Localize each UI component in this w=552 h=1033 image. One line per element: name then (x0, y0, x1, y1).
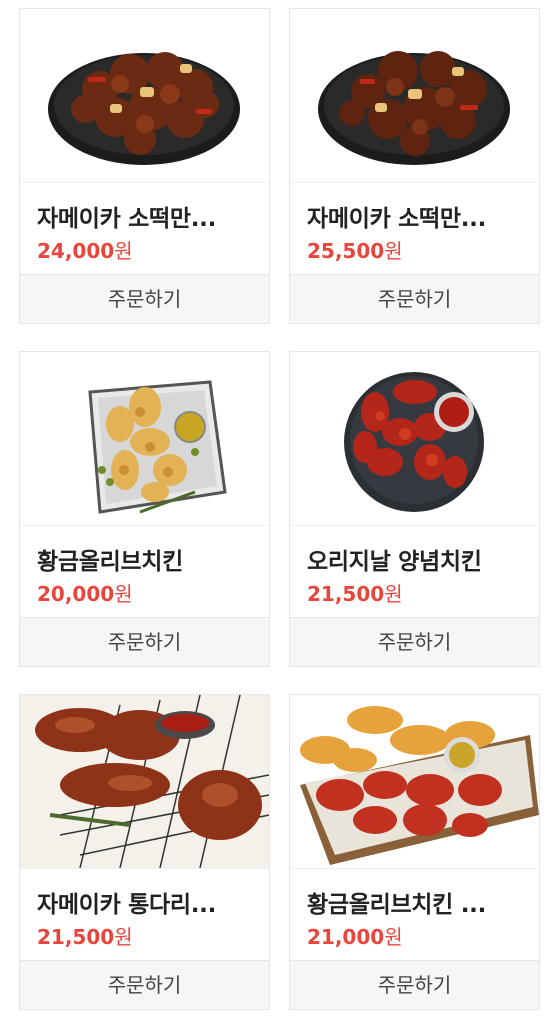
product-image[interactable] (290, 695, 539, 868)
product-image[interactable] (20, 352, 269, 525)
product-card[interactable]: 자메이카 소떡만... 24,000원 주문하기 (19, 8, 270, 324)
product-name: 자메이카 통다리... (37, 892, 217, 918)
product-price: 21,500원 (307, 582, 403, 606)
product-name: 오리지날 양념치킨 (307, 549, 482, 575)
order-button[interactable]: 주문하기 (20, 617, 269, 666)
order-button[interactable]: 주문하기 (290, 274, 539, 323)
product-card[interactable]: 오리지날 양념치킨 21,500원 주문하기 (289, 351, 540, 667)
product-name: 황금올리브치킨 (37, 549, 184, 575)
product-card[interactable]: 자메이카 통다리... 21,500원 주문하기 (19, 694, 270, 1010)
product-grid: 자메이카 소떡만... 24,000원 주문하기 자메이카 소떡만... 25,… (0, 0, 552, 1033)
product-price: 25,500원 (307, 239, 403, 263)
product-image[interactable] (20, 695, 269, 868)
order-button[interactable]: 주문하기 (290, 617, 539, 666)
product-image[interactable] (290, 352, 539, 525)
product-name: 자메이카 소떡만... (307, 206, 487, 232)
product-price: 21,500원 (37, 925, 133, 949)
product-image[interactable] (290, 9, 539, 182)
product-card[interactable]: 황금올리브치킨 20,000원 주문하기 (19, 351, 270, 667)
product-card[interactable]: 자메이카 소떡만... 25,500원 주문하기 (289, 8, 540, 324)
product-price: 21,000원 (307, 925, 403, 949)
product-image[interactable] (20, 9, 269, 182)
product-name: 자메이카 소떡만... (37, 206, 217, 232)
product-name: 황금올리브치킨 ... (307, 892, 487, 918)
product-price: 24,000원 (37, 239, 133, 263)
product-price: 20,000원 (37, 582, 133, 606)
product-card[interactable]: 황금올리브치킨 ... 21,000원 주문하기 (289, 694, 540, 1010)
order-button[interactable]: 주문하기 (290, 960, 539, 1009)
order-button[interactable]: 주문하기 (20, 274, 269, 323)
order-button[interactable]: 주문하기 (20, 960, 269, 1009)
